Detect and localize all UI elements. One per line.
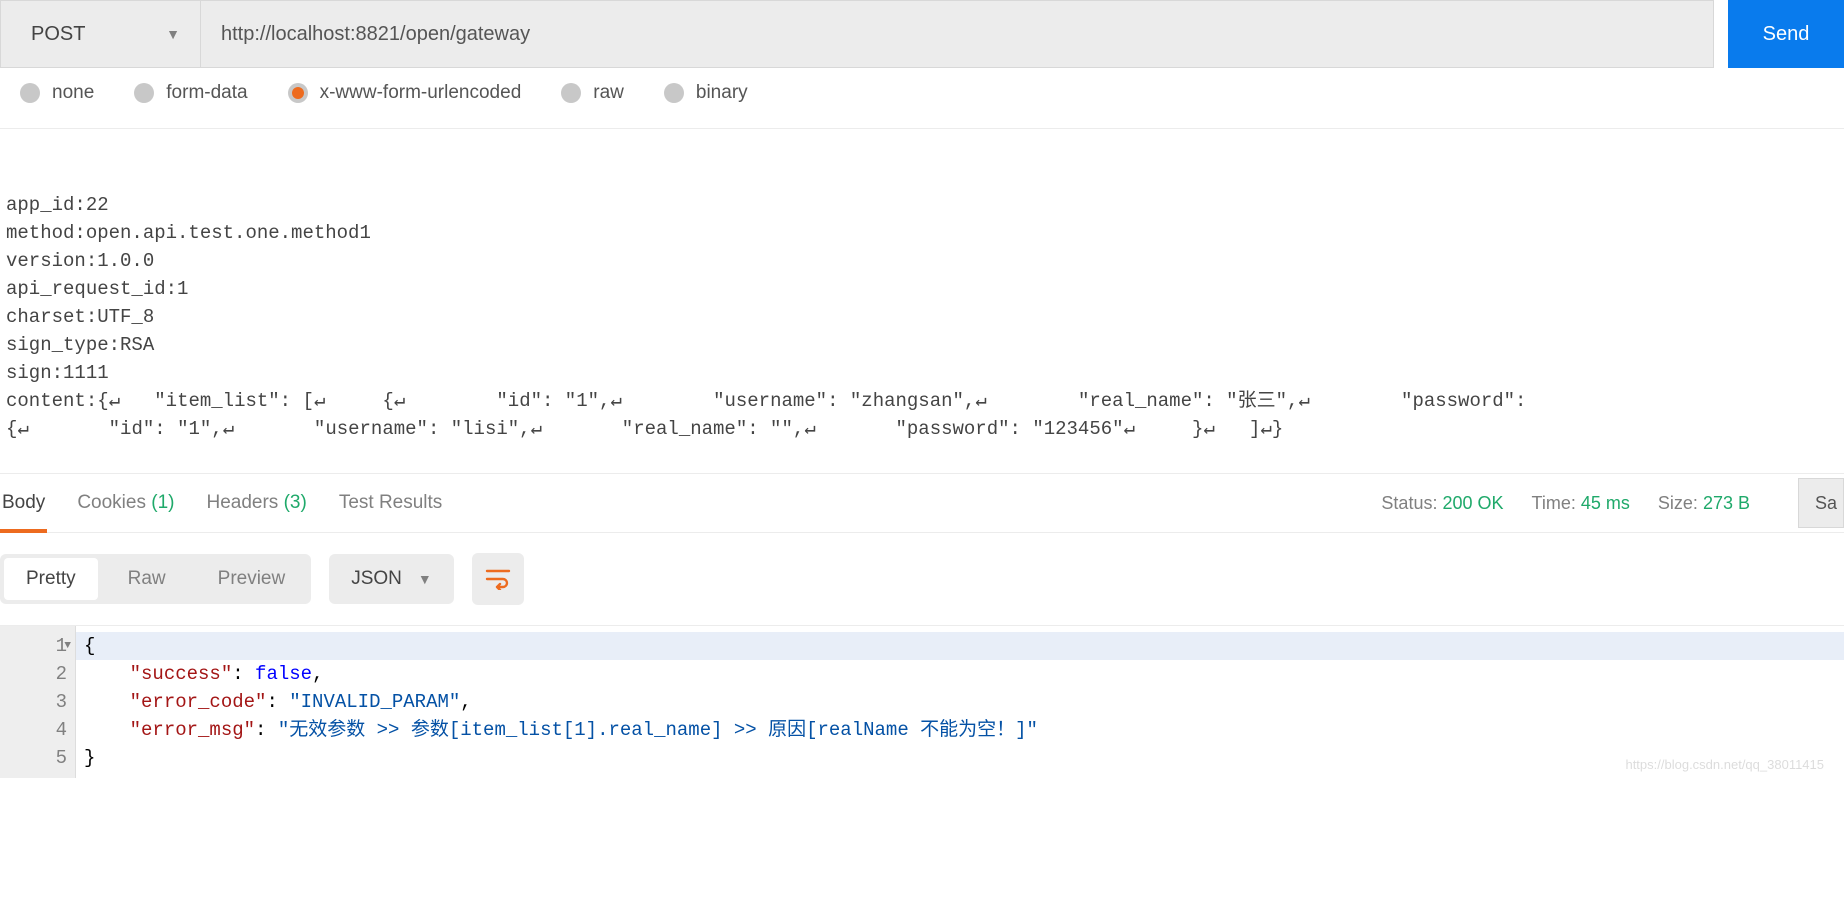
response-body-viewer[interactable]: 1▼ 2 3 4 5 { "success": false, "error_co…	[0, 625, 1844, 778]
body-type-row: none form-data x-www-form-urlencoded raw…	[0, 68, 1844, 129]
http-method-select[interactable]: POST ▼	[0, 0, 200, 68]
body-type-form-data[interactable]: form-data	[134, 82, 247, 104]
radio-icon	[134, 83, 154, 103]
view-raw[interactable]: Raw	[102, 554, 192, 604]
view-preview[interactable]: Preview	[192, 554, 312, 604]
wrap-icon	[485, 568, 511, 590]
body-type-raw[interactable]: raw	[561, 82, 624, 104]
http-method-value: POST	[31, 23, 85, 46]
tab-cookies[interactable]: Cookies (1)	[75, 474, 176, 532]
fold-icon: ▼	[64, 632, 71, 660]
tab-body[interactable]: Body	[0, 474, 47, 532]
radio-icon	[288, 83, 308, 103]
body-type-urlencoded[interactable]: x-www-form-urlencoded	[288, 82, 522, 104]
view-pretty[interactable]: Pretty	[4, 558, 98, 600]
wrap-lines-button[interactable]	[472, 553, 524, 605]
save-response-button[interactable]: Sa	[1798, 478, 1844, 528]
tab-headers[interactable]: Headers (3)	[204, 474, 308, 532]
tab-test-results[interactable]: Test Results	[337, 474, 444, 532]
chevron-down-icon: ▼	[418, 571, 432, 587]
body-type-none[interactable]: none	[20, 82, 94, 104]
response-meta: Status: 200 OK Time: 45 ms Size: 273 B S…	[1381, 478, 1844, 528]
radio-icon	[20, 83, 40, 103]
format-select[interactable]: JSON ▼	[329, 554, 454, 604]
view-mode-group: Pretty Raw Preview	[0, 554, 311, 604]
watermark: https://blog.csdn.net/qq_38011415	[1625, 757, 1824, 772]
body-type-binary[interactable]: binary	[664, 82, 748, 104]
radio-icon	[561, 83, 581, 103]
code-body: { "success": false, "error_code": "INVAL…	[76, 626, 1844, 778]
request-body-textarea[interactable]: app_id:22 method:open.api.test.one.metho…	[0, 173, 1844, 474]
chevron-down-icon: ▼	[166, 26, 180, 42]
url-value: http://localhost:8821/open/gateway	[221, 23, 530, 46]
url-input[interactable]: http://localhost:8821/open/gateway	[200, 0, 1714, 68]
line-gutter: 1▼ 2 3 4 5	[0, 626, 76, 778]
radio-icon	[664, 83, 684, 103]
send-button[interactable]: Send	[1728, 0, 1844, 68]
